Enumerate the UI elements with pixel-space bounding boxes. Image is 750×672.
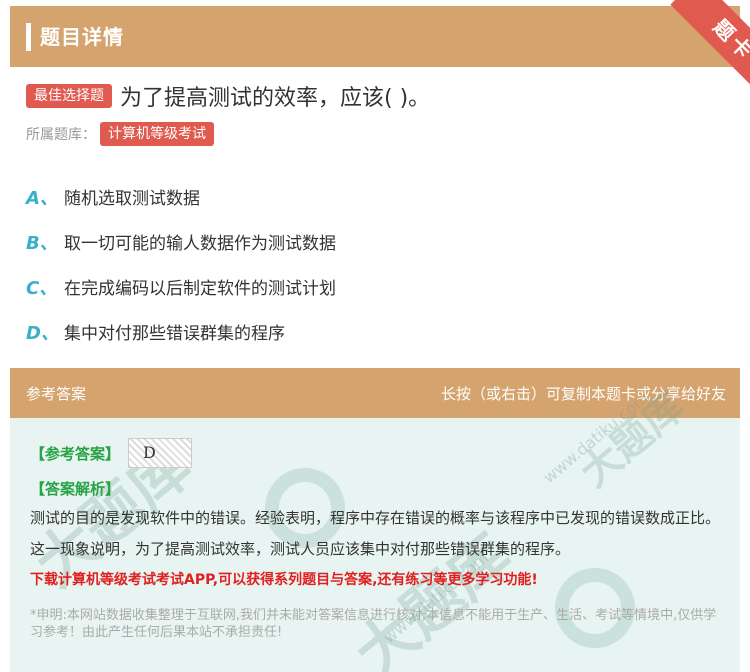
question-text: 为了提高测试的效率，应该( )。 (120, 86, 431, 111)
option-c[interactable]: C、 在完成编码以后制定软件的测试计划 (26, 264, 726, 309)
option-text: 在完成编码以后制定软件的测试计划 (64, 279, 336, 299)
option-letter: A、 (26, 187, 58, 209)
option-text: 集中对付那些错误群集的程序 (64, 324, 285, 344)
bank-tag[interactable]: 计算机等级考试 (100, 122, 214, 146)
option-text: 随机选取测试数据 (64, 189, 200, 209)
answer-value-image: D (128, 438, 193, 468)
question-block: 最佳选择题 为了提高测试的效率，应该( )。 所属题库： 计算机等级考试 (26, 80, 726, 146)
analysis-label: 【答案解析】 (30, 480, 121, 498)
option-a[interactable]: A、 随机选取测试数据 (26, 174, 726, 219)
corner-ribbon: 题卡 (646, 0, 750, 92)
page-header: 题目详情 (10, 6, 740, 67)
option-letter: C、 (26, 277, 58, 299)
option-d[interactable]: D、 集中对付那些错误群集的程序 (26, 309, 726, 354)
option-letter: B、 (26, 232, 58, 254)
option-letter: D、 (26, 322, 59, 344)
copy-share-hint: 长按（或右击）可复制本题卡或分享给好友 (440, 384, 726, 403)
answer-card[interactable]: 参考答案 长按（或右击）可复制本题卡或分享给好友 大题库 大题库 大题库 www… (10, 368, 740, 672)
question-type-tag: 最佳选择题 (26, 84, 112, 108)
option-b[interactable]: B、 取一切可能的输人数据作为测试数据 (26, 219, 726, 264)
header-accent-bar (26, 23, 31, 51)
page-title: 题目详情 (40, 25, 124, 49)
disclaimer-text: *申明:本网站数据收集整理于互联网,我们并未能对答案信息进行核对,本信息不能用于… (30, 608, 717, 640)
app-promo-text[interactable]: 下载计算机等级考试考试APP,可以获得系列题目与答案,还有练习等更多学习功能! (30, 569, 720, 589)
bank-label: 所属题库： (26, 127, 96, 143)
answer-label: 【参考答案】 (30, 444, 121, 463)
ribbon-label: 题卡 (670, 0, 750, 92)
analysis-text: 测试的目的是发现软件中的错误。经验表明，程序中存在错误的概率与该程序中已发现的错… (30, 509, 721, 558)
answer-content: 【参考答案】 D 【答案解析】 测试的目的是发现软件中的错误。经验表明，程序中存… (30, 438, 720, 641)
option-text: 取一切可能的输人数据作为测试数据 (64, 234, 336, 254)
options-list: A、 随机选取测试数据 B、 取一切可能的输人数据作为测试数据 C、 在完成编码… (26, 174, 726, 354)
answer-header-title: 参考答案 (26, 384, 87, 403)
